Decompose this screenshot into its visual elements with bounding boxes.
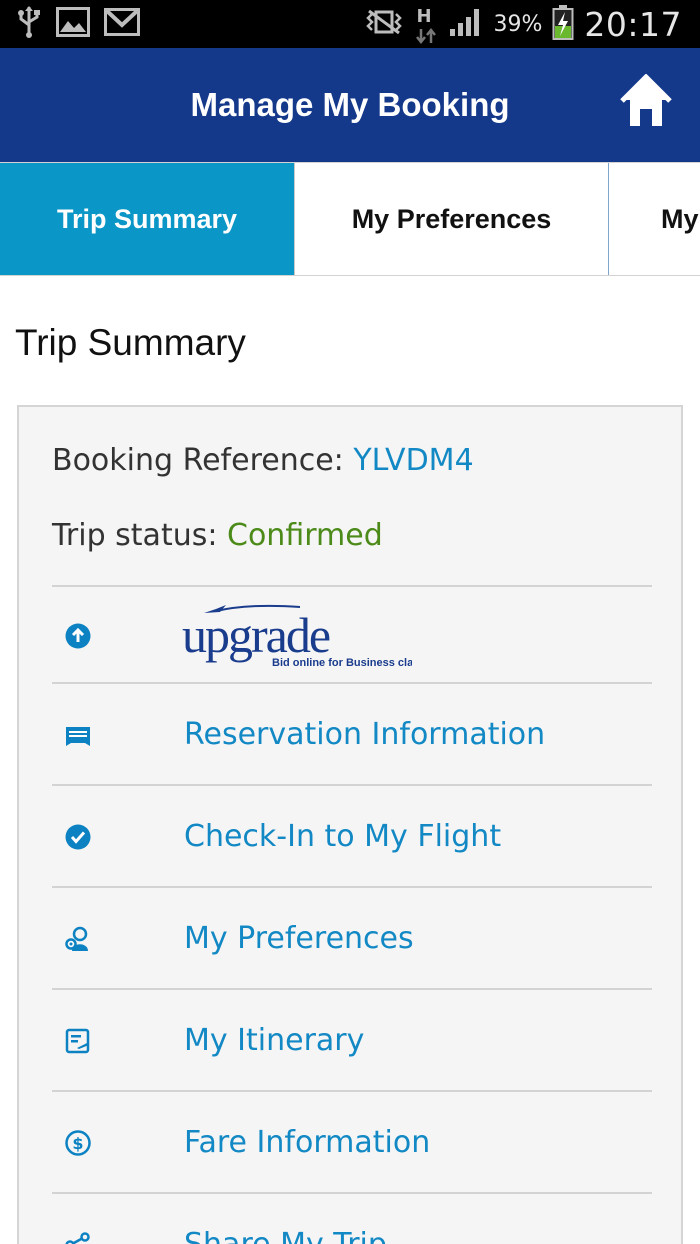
status-bar-notifications xyxy=(16,5,140,44)
battery-charging-icon xyxy=(552,4,574,45)
tab-my-preferences[interactable]: My Preferences xyxy=(294,163,608,275)
menu-item-reservation-information[interactable]: Reservation Information xyxy=(52,682,652,784)
upgrade-banner[interactable]: upgrade Bid online for Business class xyxy=(52,585,652,682)
menu-item-label: My Itinerary xyxy=(184,1023,365,1058)
menu-item-label: Reservation Information xyxy=(184,717,546,752)
home-button[interactable] xyxy=(619,73,673,130)
menu-item-label: Fare Information xyxy=(184,1125,431,1160)
trip-menu: upgrade Bid online for Business class Re… xyxy=(52,585,652,1244)
signal-icon xyxy=(449,7,483,42)
usb-icon xyxy=(16,5,42,44)
trip-status-line: Trip status: Confirmed xyxy=(52,518,383,553)
tab-trip-summary[interactable]: Trip Summary xyxy=(0,163,294,275)
menu-item-my-itinerary[interactable]: My Itinerary xyxy=(52,988,652,1090)
home-icon xyxy=(619,73,673,128)
menu-item-my-preferences[interactable]: My Preferences xyxy=(52,886,652,988)
check-circle-icon xyxy=(65,824,91,850)
preferences-person-icon xyxy=(65,926,88,951)
upgrade-logo: upgrade Bid online for Business class xyxy=(182,599,425,673)
booking-reference-line: Booking Reference: YLVDM4 xyxy=(52,443,474,478)
svg-text:$: $ xyxy=(72,1134,83,1153)
page-title: Manage My Booking xyxy=(190,86,510,123)
menu-item-label: My Preferences xyxy=(184,921,414,956)
trip-status-label: Trip status: xyxy=(52,518,227,553)
vibrate-icon xyxy=(365,9,403,40)
share-icon xyxy=(65,1232,90,1244)
menu-item-fare-information[interactable]: $ Fare Information xyxy=(52,1090,652,1192)
booking-reference-value: YLVDM4 xyxy=(353,443,474,478)
status-bar-system: H 39% 20:17 xyxy=(365,0,682,48)
battery-percent: 39% xyxy=(493,11,543,37)
itinerary-icon xyxy=(65,1028,90,1054)
ticket-icon xyxy=(66,727,90,746)
menu-item-share-my-trip[interactable]: Share My Trip xyxy=(52,1192,652,1244)
dollar-circle-icon: $ xyxy=(65,1130,91,1156)
menu-item-label: Share My Trip xyxy=(184,1227,387,1244)
trip-summary-card: Booking Reference: YLVDM4 Trip status: C… xyxy=(17,405,683,1244)
menu-item-check-in[interactable]: Check-In to My Flight xyxy=(52,784,652,886)
menu-item-label: Check-In to My Flight xyxy=(184,819,502,854)
tab-bar: Trip Summary My Preferences My xyxy=(0,162,700,276)
upgrade-logo-text: upgrade xyxy=(182,607,330,663)
upgrade-tagline: Bid online for Business class xyxy=(272,657,412,669)
clock: 20:17 xyxy=(584,4,682,44)
image-icon xyxy=(56,6,90,42)
booking-reference-label: Booking Reference: xyxy=(52,443,354,478)
trip-status-value: Confirmed xyxy=(227,518,383,553)
app-header: Manage My Booking xyxy=(0,48,700,162)
network-h-icon: H xyxy=(413,4,439,44)
tab-my-itinerary[interactable]: My xyxy=(608,163,700,275)
status-bar: H 39% 20:17 xyxy=(0,0,700,48)
section-heading: Trip Summary xyxy=(15,322,246,363)
upgrade-arrow-icon xyxy=(65,623,91,649)
gmail-icon xyxy=(104,7,140,41)
